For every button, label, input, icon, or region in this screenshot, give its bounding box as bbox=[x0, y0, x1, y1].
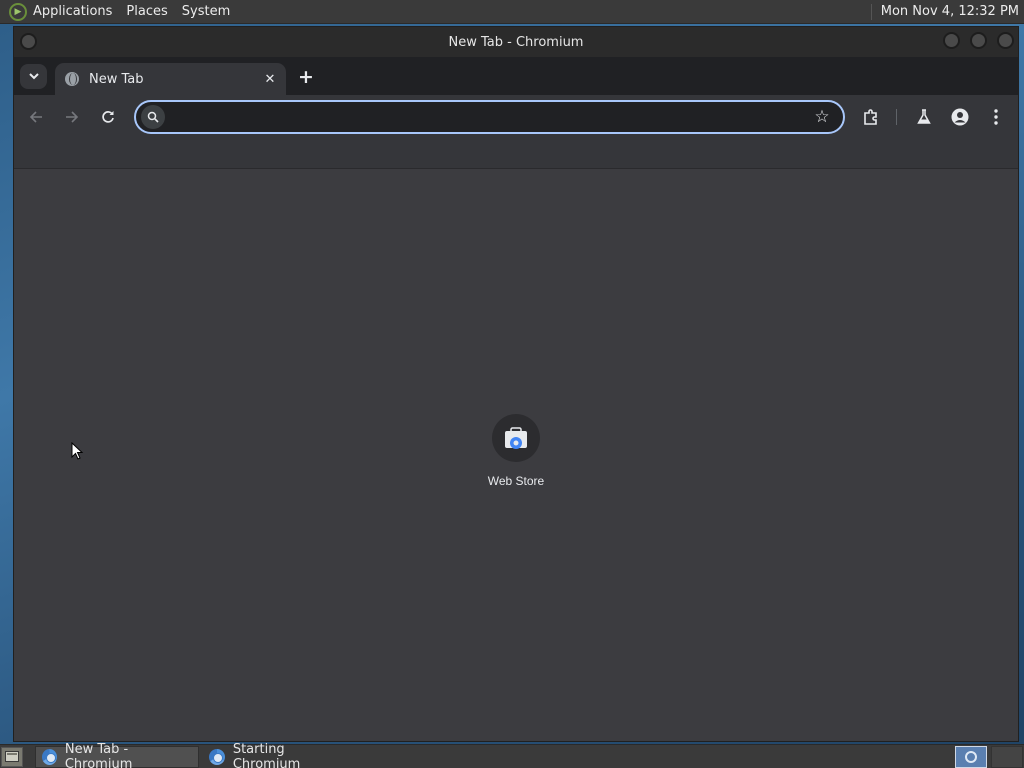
search-icon bbox=[141, 105, 165, 129]
window-title: New Tab - Chromium bbox=[448, 34, 584, 50]
chromium-icon bbox=[209, 748, 225, 765]
flask-icon bbox=[917, 109, 931, 124]
kebab-menu-icon bbox=[994, 109, 998, 125]
tab-search-button[interactable] bbox=[20, 64, 47, 89]
taskbar-item-starting-chromium[interactable]: Starting Chromium bbox=[203, 742, 363, 768]
window-thumbnail-icon bbox=[965, 750, 977, 763]
workspace-1[interactable] bbox=[955, 745, 987, 768]
tab-title: New Tab bbox=[89, 71, 144, 87]
reload-icon bbox=[102, 111, 114, 123]
bookmarks-bar bbox=[14, 139, 1018, 169]
top-panel: ▶ Applications Places System Mon Nov 4, … bbox=[0, 0, 1024, 24]
browser-window: New Tab - Chromium New Tab ✕ + ☆ Web Sto… bbox=[13, 26, 1019, 742]
menu-applications[interactable]: Applications bbox=[33, 4, 112, 19]
arrow-left-icon bbox=[29, 111, 42, 123]
web-store-icon bbox=[505, 427, 527, 449]
new-tab-button[interactable]: + bbox=[295, 66, 317, 88]
taskbar-item-chromium[interactable]: New Tab - Chromium bbox=[35, 742, 199, 768]
clock[interactable]: Mon Nov 4, 12:32 PM bbox=[881, 4, 1019, 19]
taskbar-item-label: Starting Chromium bbox=[232, 741, 301, 768]
extensions-button[interactable] bbox=[859, 105, 883, 129]
profile-button[interactable] bbox=[948, 105, 972, 129]
globe-icon bbox=[65, 72, 79, 86]
avatar-icon bbox=[951, 108, 969, 126]
labs-button[interactable] bbox=[912, 105, 936, 129]
shortcut-label: Web Store bbox=[487, 474, 545, 488]
shortcut-web-store[interactable]: Web Store bbox=[473, 414, 559, 488]
address-bar[interactable]: ☆ bbox=[134, 100, 845, 134]
back-button[interactable] bbox=[24, 105, 48, 129]
arrow-right-icon bbox=[66, 111, 79, 123]
toolbar-separator bbox=[896, 109, 897, 125]
puzzle-icon bbox=[864, 109, 877, 125]
maximize-button[interactable] bbox=[970, 32, 987, 49]
bottom-panel: New Tab - Chromium Starting Chromium bbox=[0, 742, 1024, 768]
address-input[interactable] bbox=[165, 104, 809, 130]
show-desktop-button[interactable] bbox=[1, 746, 23, 767]
workspace-2[interactable] bbox=[991, 745, 1023, 768]
window-menu-button[interactable] bbox=[20, 33, 37, 50]
tab-strip: New Tab ✕ + bbox=[14, 57, 1018, 95]
chevron-down-icon bbox=[28, 73, 39, 80]
browser-toolbar: ☆ bbox=[14, 95, 1018, 139]
close-window-button[interactable] bbox=[997, 32, 1014, 49]
bookmark-star-icon[interactable]: ☆ bbox=[809, 104, 835, 130]
menu-places[interactable]: Places bbox=[126, 4, 167, 19]
forward-button[interactable] bbox=[60, 105, 84, 129]
menu-system[interactable]: System bbox=[182, 4, 230, 19]
mouse-cursor-icon bbox=[71, 442, 84, 460]
minimize-button[interactable] bbox=[943, 32, 960, 49]
desktop-icon bbox=[5, 751, 19, 762]
distro-logo-icon[interactable]: ▶ bbox=[9, 2, 27, 21]
tab-new-tab[interactable]: New Tab ✕ bbox=[55, 63, 286, 95]
window-titlebar[interactable]: New Tab - Chromium bbox=[14, 27, 1018, 57]
new-tab-page: Web Store bbox=[14, 176, 1018, 741]
shortcut-tile[interactable] bbox=[492, 414, 540, 462]
chromium-icon bbox=[42, 748, 57, 765]
menu-button[interactable] bbox=[984, 105, 1008, 129]
close-tab-icon[interactable]: ✕ bbox=[260, 69, 280, 89]
panel-separator bbox=[870, 3, 872, 20]
reload-button[interactable] bbox=[96, 105, 120, 129]
taskbar-item-label: New Tab - Chromium bbox=[64, 741, 133, 768]
